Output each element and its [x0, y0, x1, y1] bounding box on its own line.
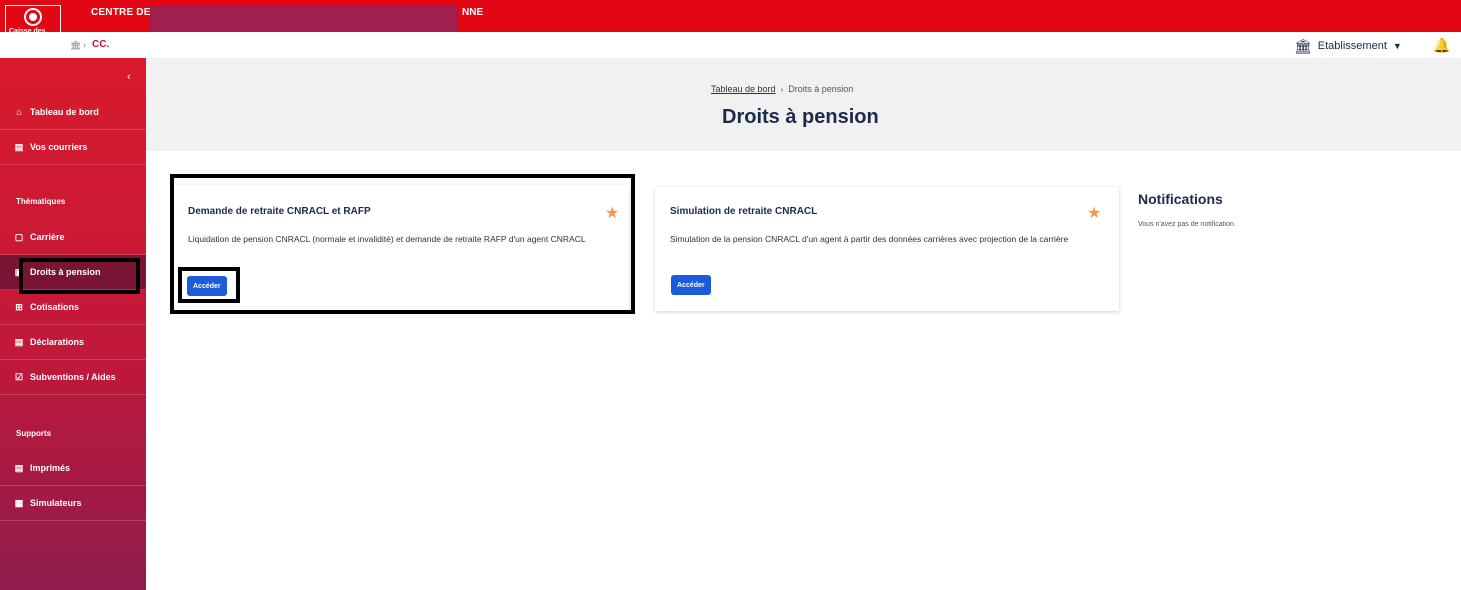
breadcrumb-link-tableau-de-bord[interactable]: Tableau de bord [711, 84, 776, 94]
page-header [146, 58, 1461, 151]
establishment-code[interactable]: CC. [92, 39, 109, 50]
pension-icon: ▣ [14, 266, 24, 277]
sidebar-item-label: Vos courriers [30, 142, 88, 152]
checkbox-icon: ☑ [14, 371, 24, 382]
page-title: Droits à pension [722, 106, 879, 128]
section-supports: Supports [16, 429, 52, 438]
section-thematiques: Thématiques [16, 197, 66, 206]
chevron-down-icon: ▼ [1392, 41, 1402, 51]
sidebar-item-label: Déclarations [30, 337, 85, 347]
calculator-icon: ⊞ [15, 301, 23, 312]
simulator-icon: ▦ [14, 497, 24, 508]
sidebar-item-label: Tableau de bord [30, 107, 99, 117]
card-description: Simulation de la pension CNRACL d'un age… [670, 234, 1069, 244]
seal-icon [24, 8, 42, 26]
favorite-star-icon[interactable]: ★ [605, 203, 619, 223]
acceder-button[interactable]: Accéder [187, 276, 227, 296]
card-demande-retraite [174, 185, 629, 310]
secondary-bar [0, 32, 1461, 58]
sidebar-item-label: Cotisations [30, 302, 80, 312]
acceder-button[interactable]: Accéder [671, 275, 711, 295]
sidebar-item-cotisations[interactable]: ⊞ Cotisations [0, 290, 146, 325]
sidebar-item-tableau-de-bord[interactable]: ⌂ Tableau de bord [0, 95, 146, 130]
sidebar-item-droits-a-pension[interactable]: ▣ Droits à pension [0, 255, 146, 290]
briefcase-icon: ▢ [14, 231, 24, 242]
app-title-end: NNE [462, 7, 484, 18]
favorite-star-icon[interactable]: ★ [1087, 203, 1101, 223]
card-title: Simulation de retraite CNRACL [670, 206, 818, 217]
printer-form-icon: ▤ [14, 462, 24, 473]
sidebar-item-label: Droits à pension [30, 267, 101, 277]
sidebar-item-simulateurs[interactable]: ▦ Simulateurs [0, 486, 146, 521]
bell-icon[interactable]: 🔔 [1433, 37, 1450, 54]
etablissement-label: Etablissement [1317, 40, 1387, 52]
sidebar-item-carriere[interactable]: ▢ Carrière [0, 220, 146, 255]
sidebar-item-imprimes[interactable]: ▤ Imprimés [0, 451, 146, 486]
notifications-title: Notifications [1138, 191, 1223, 207]
sidebar-item-label: Subventions / Aides [30, 372, 116, 382]
home-icon: ⌂ [16, 107, 22, 117]
sidebar-item-subventions-aides[interactable]: ☑ Subventions / Aides [0, 360, 146, 395]
sidebar-item-vos-courriers[interactable]: ▤ Vos courriers [0, 130, 146, 165]
clipboard-icon: ▤ [14, 336, 24, 347]
breadcrumb-current: Droits à pension [788, 84, 854, 94]
home-bank-icon[interactable]: 🏛 [70, 40, 81, 51]
breadcrumb: Tableau de bord › Droits à pension [711, 84, 853, 94]
collapse-sidebar-icon[interactable]: ‹ [127, 71, 131, 83]
notifications-empty-text: Vous n'avez pas de notification. [1138, 221, 1236, 228]
etablissement-dropdown[interactable]: 🏛 Etablissement ▼ [1294, 38, 1402, 54]
sidebar-item-label: Imprimés [30, 463, 71, 473]
sidebar-item-declarations[interactable]: ▤ Déclarations [0, 325, 146, 360]
bank-icon: 🏛 [1294, 37, 1312, 54]
redacted-block [150, 5, 457, 31]
document-icon: ▤ [14, 141, 24, 152]
sidebar-item-label: Carrière [30, 232, 65, 242]
card-title: Demande de retraite CNRACL et RAFP [188, 206, 371, 217]
breadcrumb-separator: › [780, 85, 784, 94]
card-description: Liquidation de pension CNRACL (normale e… [188, 234, 586, 244]
sidebar-item-label: Simulateurs [30, 498, 82, 508]
crumb-separator: › [83, 40, 86, 50]
